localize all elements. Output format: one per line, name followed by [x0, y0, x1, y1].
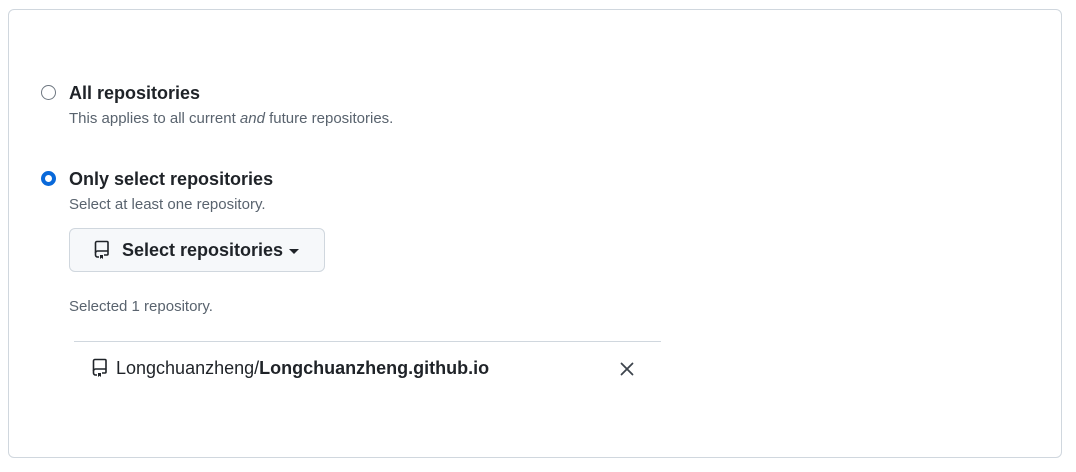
- repository-name: Longchuanzheng/Longchuanzheng.github.io: [116, 358, 489, 379]
- option-title-all-repositories: All repositories: [69, 83, 201, 103]
- triangle-down-icon: [289, 248, 300, 254]
- option-desc-only-select: Select at least one repository.: [69, 196, 266, 213]
- option-only-select-repositories[interactable]: Only select repositories Select at least…: [41, 168, 273, 214]
- repo-icon: [94, 240, 110, 260]
- select-repositories-button[interactable]: Select repositories: [69, 228, 325, 272]
- repo-icon: [92, 358, 108, 378]
- option-desc-all-repositories: This applies to all current and future r…: [69, 110, 394, 127]
- radio-all-repositories[interactable]: [41, 85, 56, 100]
- x-icon[interactable]: [618, 360, 636, 378]
- option-title-only-select: Only select repositories: [69, 169, 274, 189]
- selected-count-text: Selected 1 repository.: [69, 298, 213, 315]
- selected-repositories-list: Longchuanzheng/Longchuanzheng.github.io: [74, 341, 661, 394]
- repository-repo: Longchuanzheng.github.io: [259, 357, 490, 378]
- repository-owner: Longchuanzheng/: [116, 357, 260, 378]
- select-repositories-label: Select repositories: [122, 239, 284, 260]
- radio-only-select-repositories[interactable]: [41, 171, 56, 186]
- option-all-repositories[interactable]: All repositories This applies to all cur…: [41, 82, 393, 128]
- list-item: Longchuanzheng/Longchuanzheng.github.io: [74, 342, 661, 394]
